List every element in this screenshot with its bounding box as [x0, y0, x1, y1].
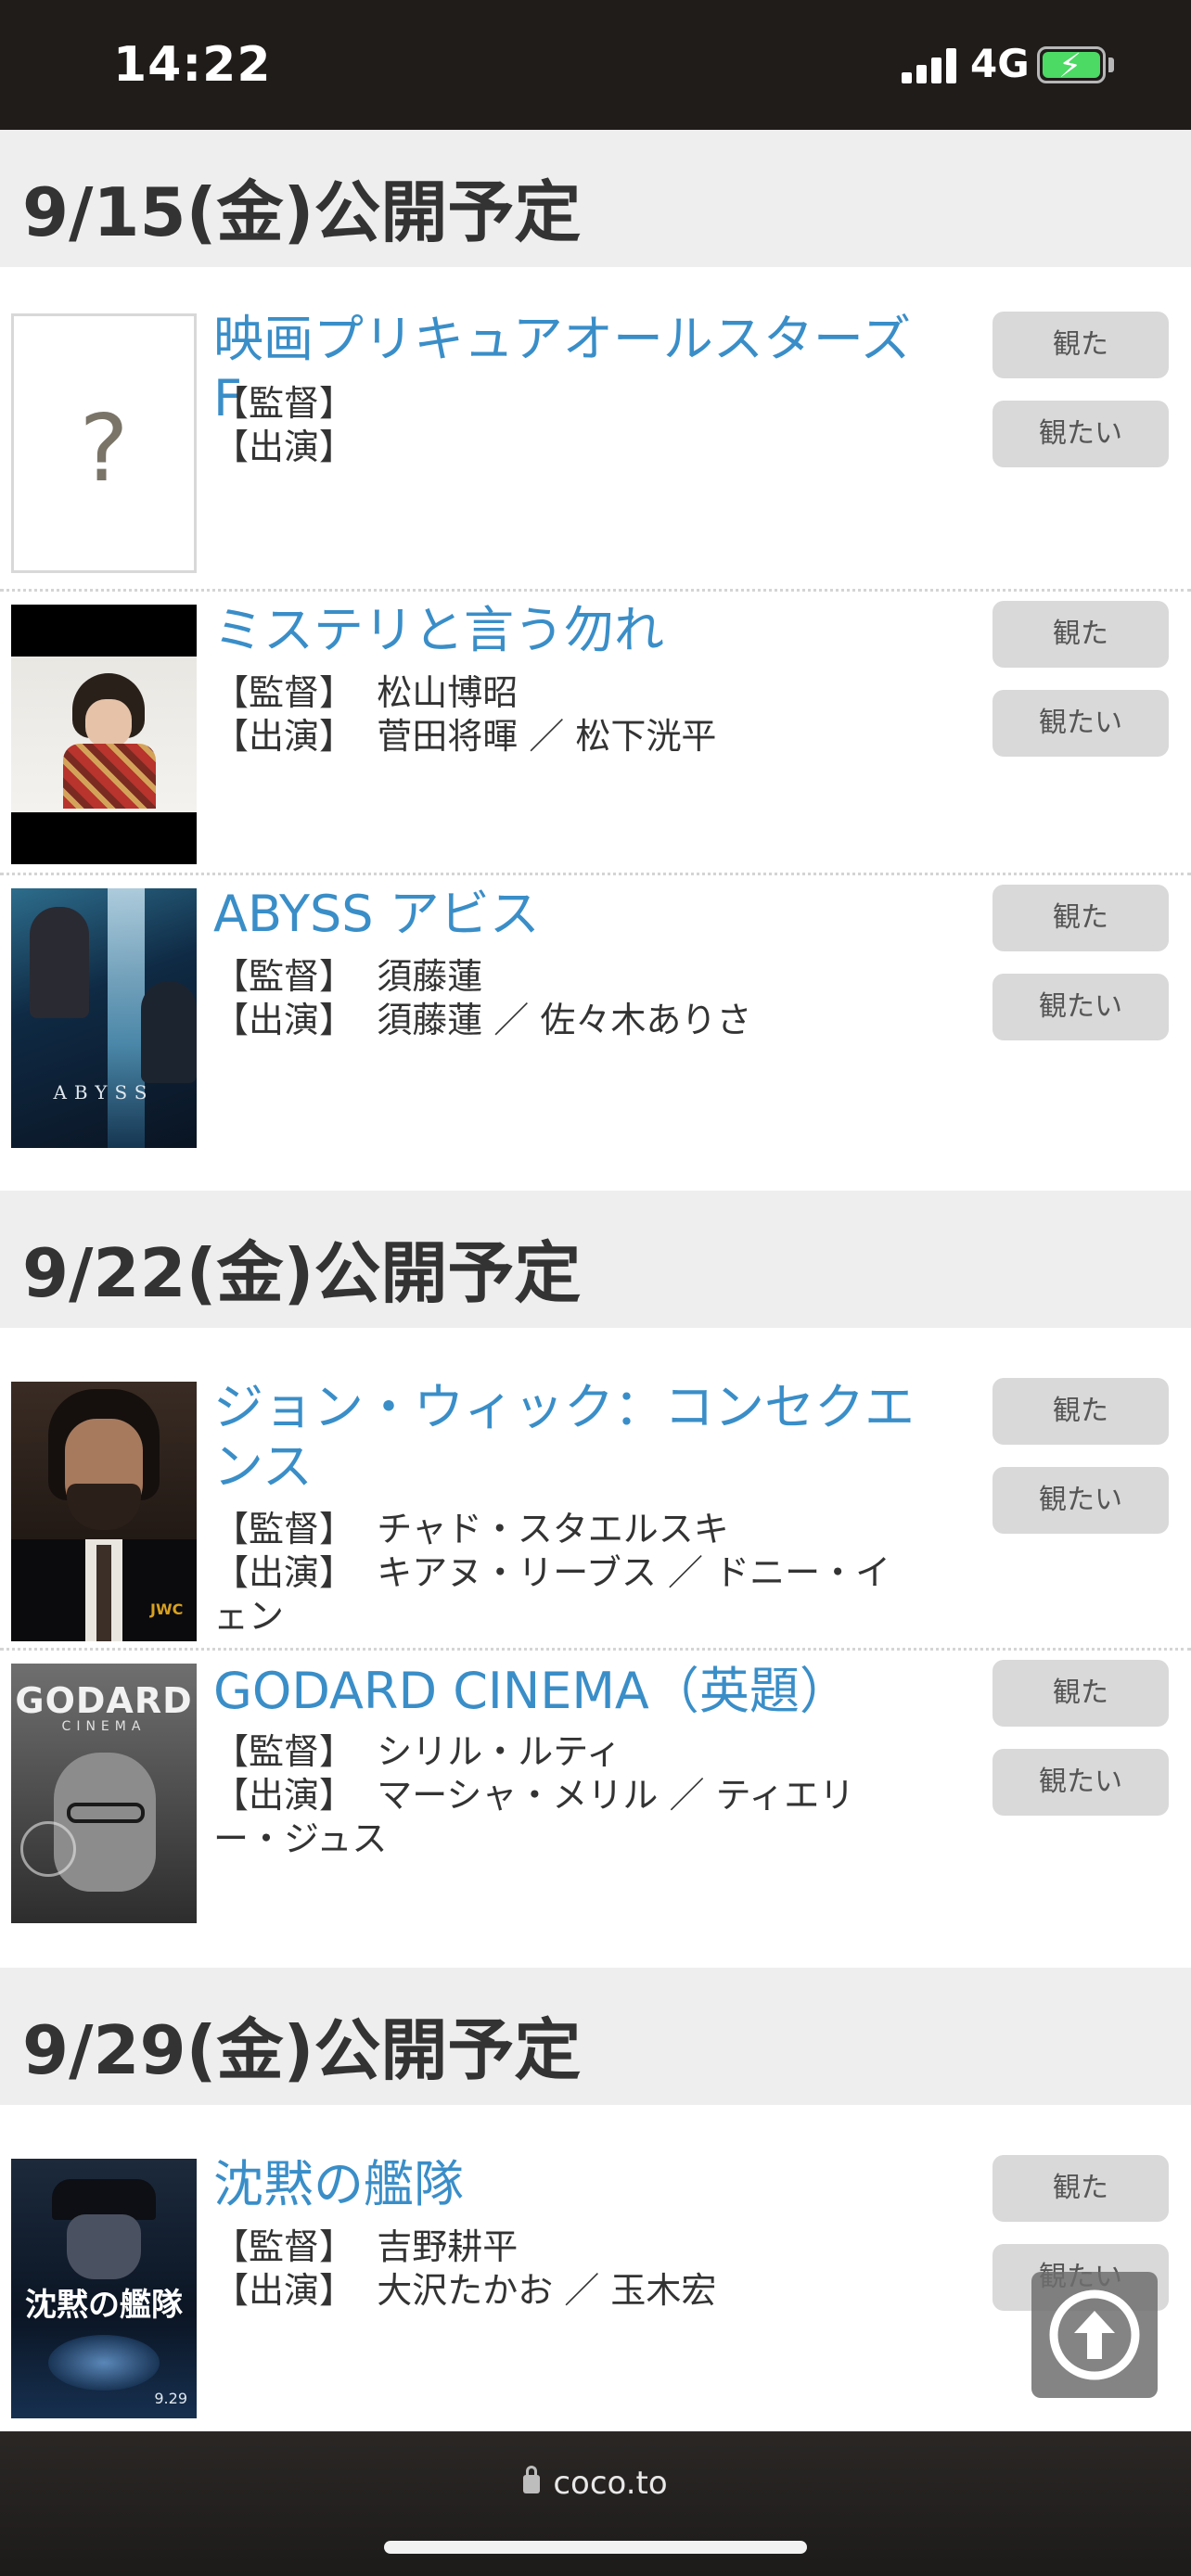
status-bar: 14:22 4G ⚡ [0, 0, 1191, 130]
watched-button[interactable]: 観た [992, 601, 1169, 668]
movie-item: ? 映画プリキュアオールスターズF 【監督】 【出演】 観た 観たい [0, 267, 1191, 592]
arrow-up-circle-icon [1049, 2289, 1140, 2380]
movie-poster[interactable]: ABYSS [11, 888, 197, 1148]
director-label: 【監督】 [213, 956, 355, 997]
cast-names: 菅田将暉 ／ 松下洸平 [377, 716, 717, 757]
cast-label: 【出演】 [213, 1552, 355, 1593]
home-indicator[interactable] [384, 2541, 807, 2554]
battery-charging-icon: ⚡ [1037, 46, 1106, 85]
movie-poster[interactable]: JWC [11, 1382, 197, 1641]
director-label: 【監督】 [213, 1731, 355, 1772]
network-label: 4G [970, 41, 1030, 86]
watched-button[interactable]: 観た [992, 885, 1169, 951]
cast-label: 【出演】 [213, 427, 355, 467]
poster-logo: JWC [150, 1600, 184, 1618]
browser-bottom-bar: coco.to [0, 2431, 1191, 2576]
movie-item: 沈黙の艦隊 9.29 沈黙の艦隊 【監督】 吉野耕平 【出演】 大沢たかお ／ … [0, 2105, 1191, 2431]
director-line: 【監督】 須藤蓮 [213, 955, 918, 999]
cast-line: 【出演】 須藤蓮 ／ 佐々木ありさ [213, 999, 918, 1042]
movie-title-link[interactable]: ABYSS アビス [213, 885, 937, 944]
watched-button[interactable]: 観た [992, 1378, 1169, 1445]
release-date-heading: 9/29(金)公開予定 [22, 2011, 582, 2089]
movie-item: ミステリと言う勿れ 【監督】 松山博昭 【出演】 菅田将暉 ／ 松下洸平 観た … [0, 592, 1191, 875]
scroll-to-top-button[interactable] [1031, 2272, 1158, 2398]
movie-poster[interactable]: GODARD CINEMA [11, 1664, 197, 1923]
release-date-heading: 9/22(金)公開予定 [22, 1234, 582, 1312]
movie-item: GODARD CINEMA GODARD CINEMA（英題） 【監督】 シリル… [0, 1651, 1191, 1968]
want-to-watch-button[interactable]: 観たい [992, 1467, 1169, 1534]
director-line: 【監督】 松山博昭 [213, 671, 918, 715]
want-to-watch-button[interactable]: 観たい [992, 401, 1169, 467]
want-to-watch-button[interactable]: 観たい [992, 1749, 1169, 1816]
director-label: 【監督】 [213, 383, 355, 424]
section-header: 9/22(金)公開予定 [0, 1191, 1191, 1328]
director-line: 【監督】 シリル・ルティ [213, 1730, 918, 1774]
movie-title-link[interactable]: GODARD CINEMA（英題） [213, 1662, 937, 1721]
movie-title-link[interactable]: ミステリと言う勿れ [213, 601, 937, 660]
director-line: 【監督】 [213, 382, 918, 426]
movie-title-link[interactable]: ジョン・ウィック：コンセクエンス [213, 1378, 937, 1497]
poster-title: GODARD [15, 1680, 193, 1721]
section-header: 9/15(金)公開予定 [0, 130, 1191, 267]
director-name: チャド・スタエルスキ [377, 1509, 729, 1549]
director-name: 松山博昭 [377, 672, 519, 713]
cast-line: 【出演】 [213, 426, 918, 469]
question-mark-icon: ? [79, 394, 129, 503]
director-label: 【監督】 [213, 1509, 355, 1549]
cast-line: 【出演】 マーシャ・メリル ／ ティエリー・ジュス [213, 1774, 918, 1861]
cast-label: 【出演】 [213, 2270, 355, 2311]
poster-date: 9.29 [154, 2390, 187, 2407]
poster-placeholder[interactable]: ? [11, 313, 197, 573]
watched-button[interactable]: 観た [992, 312, 1169, 378]
want-to-watch-button[interactable]: 観たい [992, 690, 1169, 757]
watched-button[interactable]: 観た [992, 1660, 1169, 1727]
director-line: 【監督】 チャド・スタエルスキ [213, 1508, 918, 1551]
cast-label: 【出演】 [213, 716, 355, 757]
director-label: 【監督】 [213, 672, 355, 713]
director-line: 【監督】 吉野耕平 [213, 2225, 918, 2269]
address-bar[interactable]: coco.to [0, 2465, 1191, 2502]
watched-button[interactable]: 観た [992, 2155, 1169, 2222]
section-header: 9/29(金)公開予定 [0, 1968, 1191, 2105]
cast-label: 【出演】 [213, 1775, 355, 1816]
cast-line: 【出演】 大沢たかお ／ 玉木宏 [213, 2269, 918, 2313]
cast-label: 【出演】 [213, 1000, 355, 1040]
poster-title: ABYSS [53, 1081, 155, 1103]
movie-item: ABYSS ABYSS アビス 【監督】 須藤蓮 【出演】 須藤蓮 ／ 佐々木あ… [0, 875, 1191, 1191]
battery-tip [1108, 57, 1114, 72]
want-to-watch-button[interactable]: 観たい [992, 974, 1169, 1040]
signal-icon [902, 48, 959, 83]
status-time: 14:22 [113, 37, 272, 93]
cast-line: 【出演】 キアヌ・リーブス ／ ドニー・イェン [213, 1551, 918, 1639]
cast-line: 【出演】 菅田将暉 ／ 松下洸平 [213, 715, 918, 759]
movie-title-link[interactable]: 沈黙の艦隊 [213, 2155, 937, 2214]
url-text: coco.to [553, 2465, 668, 2502]
director-name: 須藤蓮 [377, 956, 483, 997]
release-date-heading: 9/15(金)公開予定 [22, 173, 582, 251]
movie-poster[interactable]: 沈黙の艦隊 9.29 [11, 2159, 197, 2418]
cast-names: 大沢たかお ／ 玉木宏 [377, 2270, 717, 2311]
lock-icon [523, 2466, 541, 2493]
movie-item: JWC ジョン・ウィック：コンセクエンス 【監督】 チャド・スタエルスキ 【出演… [0, 1328, 1191, 1651]
cast-names: 須藤蓮 ／ 佐々木ありさ [377, 1000, 752, 1040]
movie-poster[interactable] [11, 605, 197, 864]
director-name: 吉野耕平 [377, 2226, 519, 2267]
poster-title: 沈黙の艦隊 [25, 2287, 183, 2324]
director-name: シリル・ルティ [377, 1731, 621, 1772]
director-label: 【監督】 [213, 2226, 355, 2267]
poster-subtitle: CINEMA [61, 1719, 147, 1734]
